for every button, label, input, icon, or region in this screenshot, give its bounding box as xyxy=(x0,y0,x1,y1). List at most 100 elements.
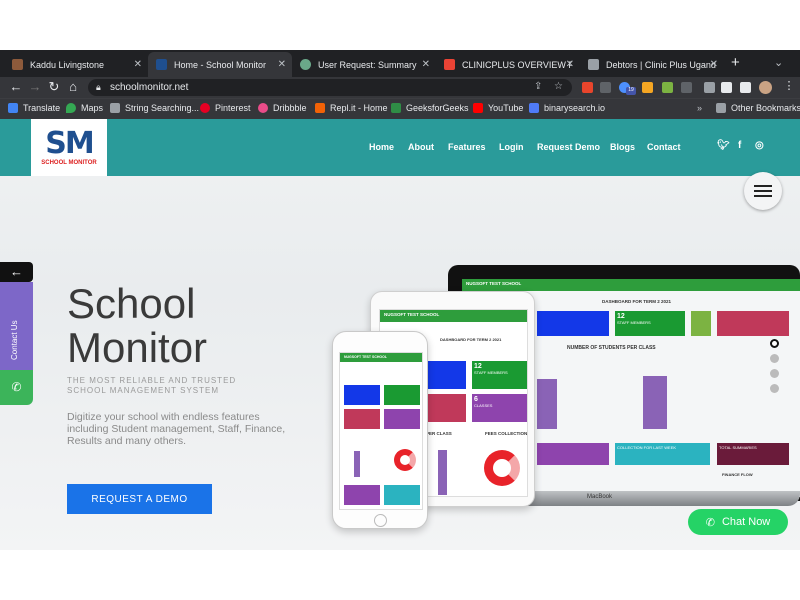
tab-title: Home - School Monitor xyxy=(174,59,267,70)
bookmark-binarysearch[interactable]: binarysearch.io xyxy=(529,103,605,113)
share-icon[interactable]: ⇪ xyxy=(534,81,542,92)
mockup-card xyxy=(344,409,380,429)
tab-search-icon[interactable]: ⌄ xyxy=(774,56,783,69)
close-tab-icon[interactable]: ✕ xyxy=(278,59,286,70)
tab-kaddu[interactable]: Kaddu Livingstone ✕ xyxy=(4,52,148,77)
tab-school-monitor[interactable]: Home - School Monitor ✕ xyxy=(148,52,292,77)
tab-debtors[interactable]: Debtors | Clinic Plus Uganda ✕ xyxy=(580,52,724,77)
youtube-icon xyxy=(473,103,483,113)
bookmark-label: binarysearch.io xyxy=(544,103,606,113)
twitter-icon[interactable]: 🐦︎ xyxy=(717,140,730,151)
extension-icon[interactable] xyxy=(600,82,611,93)
contact-us-label: Contact Us xyxy=(10,320,19,360)
mockup-classes-label: CLASSES xyxy=(474,403,493,408)
site-header: SM SCHOOL MONITOR Home About Features Lo… xyxy=(0,119,800,176)
tab-clinicplus[interactable]: CLINICPLUS OVERVIEW FOR ✕ xyxy=(436,52,580,77)
slider-dot[interactable] xyxy=(770,369,779,378)
avatar[interactable] xyxy=(759,81,772,94)
url-text[interactable]: schoolmonitor.net xyxy=(110,82,188,93)
bookmark-translate[interactable]: Translate xyxy=(8,103,60,113)
slider-dot-active[interactable] xyxy=(770,339,779,348)
nav-about[interactable]: About xyxy=(408,142,434,152)
laptop-brand: MacBook xyxy=(587,494,613,500)
mockup-card xyxy=(426,361,466,389)
close-tab-icon[interactable]: ✕ xyxy=(134,59,142,70)
bookmark-maps[interactable]: Maps xyxy=(66,103,103,113)
mockup-bar xyxy=(354,451,360,477)
mockup-card xyxy=(344,485,380,505)
bookmark-replit[interactable]: Repl.it - Home xyxy=(315,103,388,113)
sidebar-icon[interactable] xyxy=(721,82,732,93)
mockup-donut xyxy=(484,450,520,486)
hero-title-line1: School xyxy=(67,280,196,327)
chat-now-label: Chat Now xyxy=(721,516,771,528)
toolbar: ← → ↻ ⌂ 🔒︎ schoolmonitor.net ⇪ ☆ 19 ⋮ xyxy=(0,77,800,98)
translate-icon xyxy=(8,103,18,113)
hero-description: Digitize your school with endless featur… xyxy=(67,411,286,447)
mockup-card xyxy=(344,385,380,405)
slider-dot[interactable] xyxy=(770,384,779,393)
close-tab-icon[interactable]: ✕ xyxy=(566,59,574,70)
close-tab-icon[interactable]: ✕ xyxy=(710,59,718,70)
mockup-summaries-label: TOTAL SUMMARIES xyxy=(719,445,757,450)
back-icon[interactable]: ← xyxy=(8,79,24,94)
whatsapp-side-icon[interactable]: ✆ xyxy=(0,370,33,405)
logo-mark-text: SM xyxy=(45,126,94,161)
new-tab-icon[interactable]: + xyxy=(731,54,740,71)
mockup-finance-flow: FINANCE FLOW xyxy=(722,472,753,477)
menu-kebab-icon[interactable]: ⋮ xyxy=(781,79,797,92)
chat-now-button[interactable]: ✆ Chat Now xyxy=(688,509,788,535)
slider-dot[interactable] xyxy=(770,354,779,363)
hamburger-menu-button[interactable] xyxy=(744,172,782,210)
mockup-card xyxy=(537,311,609,336)
tab-title: Debtors | Clinic Plus Uganda xyxy=(606,59,716,70)
maps-icon xyxy=(66,103,76,113)
logo-mark: SM xyxy=(45,126,94,161)
request-demo-button[interactable]: REQUEST A DEMO xyxy=(67,484,212,514)
nav-home[interactable]: Home xyxy=(369,142,394,152)
site-logo[interactable]: SM SCHOOL MONITOR xyxy=(31,119,107,176)
mockup-staff-count: 12 xyxy=(474,363,482,370)
bookmark-geeksforgeeks[interactable]: GeeksforGeeks xyxy=(391,103,469,113)
close-tab-icon[interactable]: ✕ xyxy=(422,59,430,70)
bookmark-star-icon[interactable]: ☆ xyxy=(554,81,563,92)
mockup-card: 12 STAFF MEMBERS xyxy=(615,311,685,336)
bookmark-string-searching[interactable]: String Searching... xyxy=(110,103,199,113)
mockup-staff-label: STAFF MEMBERS xyxy=(474,370,508,375)
facebook-icon[interactable]: f xyxy=(738,140,741,151)
extension-icon[interactable] xyxy=(681,82,692,93)
extensions-puzzle-icon[interactable] xyxy=(704,82,715,93)
nav-login[interactable]: Login xyxy=(499,142,524,152)
bookmark-pinterest[interactable]: Pinterest xyxy=(200,103,251,113)
nav-request-demo[interactable]: Request Demo xyxy=(537,142,600,152)
profile-favicon-icon xyxy=(12,59,23,70)
mockup-staff-label: STAFF MEMBERS xyxy=(617,320,651,325)
forward-icon[interactable]: → xyxy=(27,79,43,94)
bookmark-label: Repl.it - Home xyxy=(330,103,388,113)
mockup-card: 6 CLASSES xyxy=(472,394,527,422)
extension-icon[interactable] xyxy=(740,82,751,93)
extension-icon[interactable] xyxy=(662,82,673,93)
school-monitor-favicon-icon xyxy=(156,59,167,70)
nav-features[interactable]: Features xyxy=(448,142,486,152)
mockup-card xyxy=(426,394,466,422)
tab-user-request[interactable]: User Request: Summary ✕ xyxy=(292,52,436,77)
home-icon[interactable]: ⌂ xyxy=(65,79,81,94)
slider-dots xyxy=(770,339,779,399)
nav-blogs[interactable]: Blogs xyxy=(610,142,635,152)
address-bar[interactable]: 🔒︎ schoolmonitor.net ⇪ ☆ xyxy=(88,79,572,96)
extension-icon[interactable] xyxy=(582,82,593,93)
more-bookmarks-icon[interactable]: » xyxy=(697,103,702,113)
contact-us-tab[interactable]: Contact Us xyxy=(0,282,33,370)
bookmark-dribbble[interactable]: Dribbble xyxy=(258,103,307,113)
bookmark-youtube[interactable]: YouTube xyxy=(473,103,523,113)
mockup-card xyxy=(691,311,711,336)
nav-contact[interactable]: Contact xyxy=(647,142,681,152)
collapse-arrow-icon[interactable]: ← xyxy=(0,262,33,282)
other-bookmarks[interactable]: Other Bookmarks xyxy=(716,103,800,113)
binarysearch-icon xyxy=(529,103,539,113)
instagram-icon[interactable]: ◎ xyxy=(755,140,764,151)
mockup-dashboard-title: DASHBOARD FOR TERM 2 2021 xyxy=(602,299,672,304)
metamask-icon[interactable] xyxy=(642,82,653,93)
reload-icon[interactable]: ↻ xyxy=(46,79,62,95)
